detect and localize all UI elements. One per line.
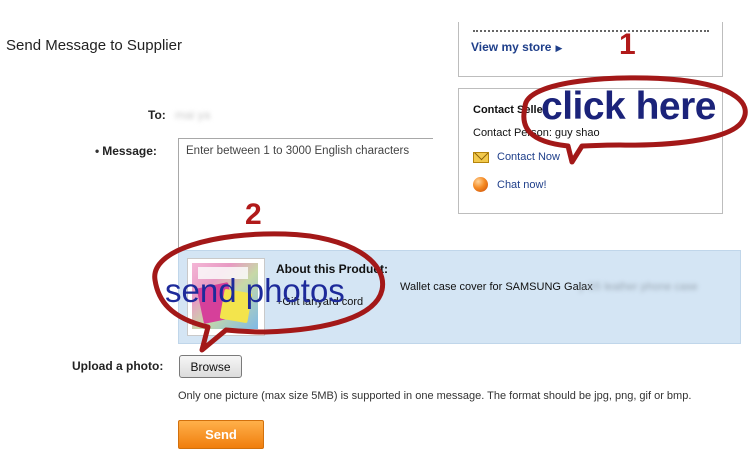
to-label: To: [148, 108, 166, 122]
caret-right-icon: ▶ [555, 43, 563, 53]
browse-button[interactable]: Browse [179, 355, 242, 378]
contact-now-link[interactable]: Contact Now [497, 151, 560, 163]
required-marker: • [95, 144, 100, 158]
product-thumbnail[interactable] [187, 258, 265, 336]
about-product-heading: About this Product: [276, 262, 388, 276]
chat-now-link[interactable]: Chat now! [497, 179, 547, 191]
chat-icon [473, 177, 488, 192]
envelope-icon [473, 152, 489, 163]
contact-heading: Contact Seller [473, 104, 547, 116]
recipient-name: mai ya [175, 108, 211, 122]
view-store-label: View my store [471, 40, 552, 54]
store-panel: View my store ▶ [458, 22, 723, 77]
view-store-link[interactable]: View my store ▶ [471, 40, 562, 54]
page-title: Send Message to Supplier [6, 37, 182, 54]
message-textarea[interactable]: Enter between 1 to 3000 English characte… [178, 138, 433, 252]
upload-hint: Only one picture (max size 5MB) is suppo… [178, 390, 692, 402]
dotted-divider [473, 30, 709, 32]
message-label-text: Message: [102, 144, 157, 158]
product-title-text: Wallet case cover for SAMSUNG Galax [400, 281, 593, 293]
product-title-blurred: y S5 leather phone case [579, 281, 698, 293]
product-title-line2: +Gift lanyard cord [276, 296, 364, 308]
upload-label: Upload a photo: [72, 359, 164, 373]
contact-person: Contact Person: guy shao [473, 127, 600, 139]
send-button[interactable]: Send [178, 420, 264, 449]
product-image [192, 263, 258, 329]
message-label: • Message: [95, 144, 157, 158]
product-panel: About this Product: Wallet case cover fo… [178, 250, 741, 344]
product-title[interactable]: Wallet case cover for SAMSUNG Galax [276, 281, 593, 293]
contact-panel: Contact Seller Contact Person: guy shao … [458, 88, 723, 214]
message-placeholder: Enter between 1 to 3000 English characte… [186, 145, 410, 157]
